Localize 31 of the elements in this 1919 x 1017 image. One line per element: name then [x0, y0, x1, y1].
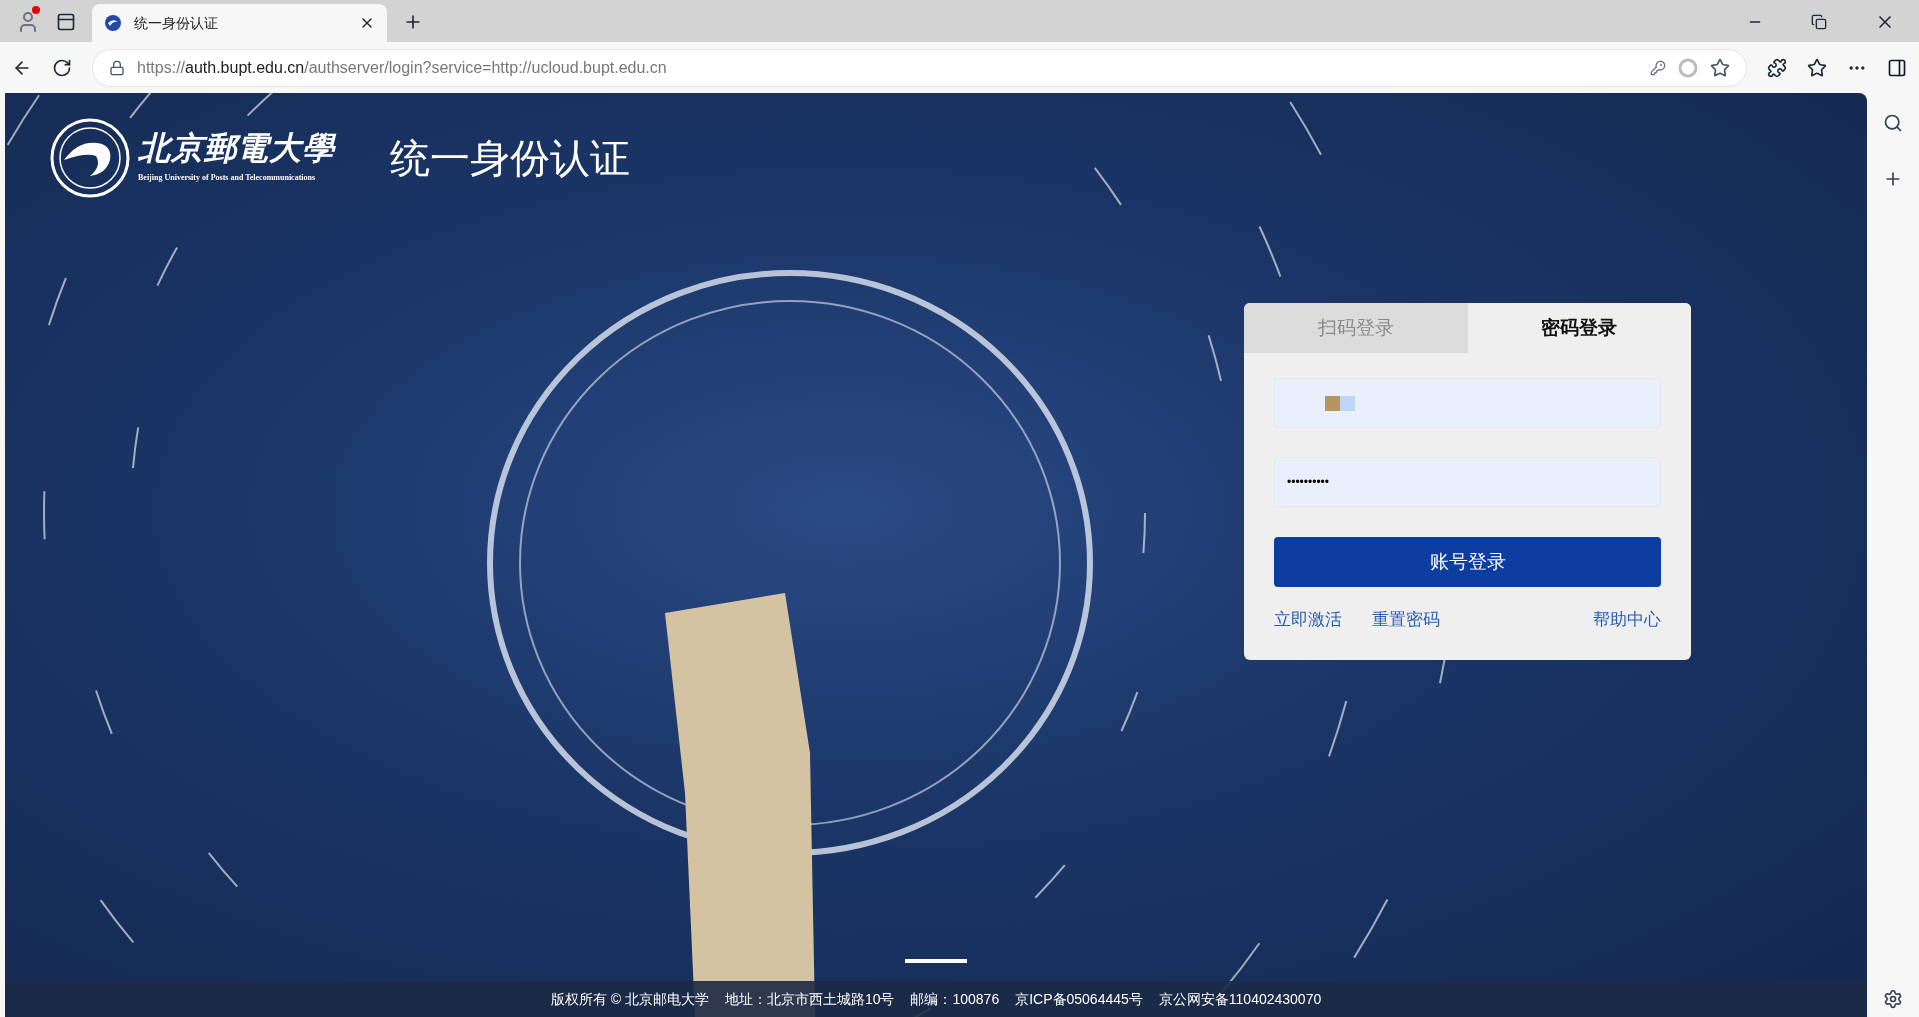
search-icon[interactable]: [1883, 113, 1903, 133]
login-button[interactable]: 账号登录: [1274, 537, 1661, 587]
footer-text: 京公网安备110402430070: [1158, 989, 1322, 1009]
password-field[interactable]: ••••••••••: [1274, 457, 1661, 507]
page-title: 统一身份认证: [389, 135, 630, 182]
footer-text: 京ICP备05064445号: [1015, 989, 1143, 1009]
favorites-list-icon[interactable]: [1807, 57, 1827, 78]
reload-icon[interactable]: [52, 57, 72, 78]
university-english-name: Beijing University of Posts and Telecommunications: [138, 172, 317, 184]
extensions-icon[interactable]: [1767, 57, 1787, 78]
key-icon[interactable]: [1650, 59, 1666, 76]
settings-icon[interactable]: [1883, 989, 1903, 1009]
university-name: 北京郵電大學: [138, 132, 335, 164]
restore-icon[interactable]: [1811, 14, 1827, 30]
login-link[interactable]: 重置密码: [1372, 607, 1440, 633]
favorite-icon[interactable]: [1710, 57, 1730, 78]
address-bar[interactable]: https://auth.bupt.edu.cn/authserver/login?service=http://ucloud.bupt.edu.cn: [92, 48, 1747, 87]
login-link[interactable]: 帮助中心: [1593, 607, 1661, 633]
login-link[interactable]: 立即激活: [1274, 607, 1342, 633]
footer-text: 地址：北京市西土城路10号: [724, 989, 895, 1009]
footer-text: 邮编：100876: [910, 989, 1000, 1009]
university-emblem-icon: [50, 118, 130, 198]
footer-text: 版权所有 © 北京邮电大学: [550, 989, 709, 1009]
sidebar-toggle-icon[interactable]: [1887, 57, 1907, 78]
browser-tab[interactable]: 统一身份认证: [92, 4, 387, 42]
username-field[interactable]: [1274, 378, 1661, 428]
favicon-icon: [104, 14, 122, 32]
lock-icon[interactable]: [109, 59, 125, 76]
url-text: https://auth.bupt.edu.cn/authserver/login?service=http://ucloud.bupt.edu.cn: [137, 57, 668, 78]
tab-actions-icon[interactable]: [56, 12, 76, 32]
tab-title: 统一身份认证: [134, 13, 219, 33]
